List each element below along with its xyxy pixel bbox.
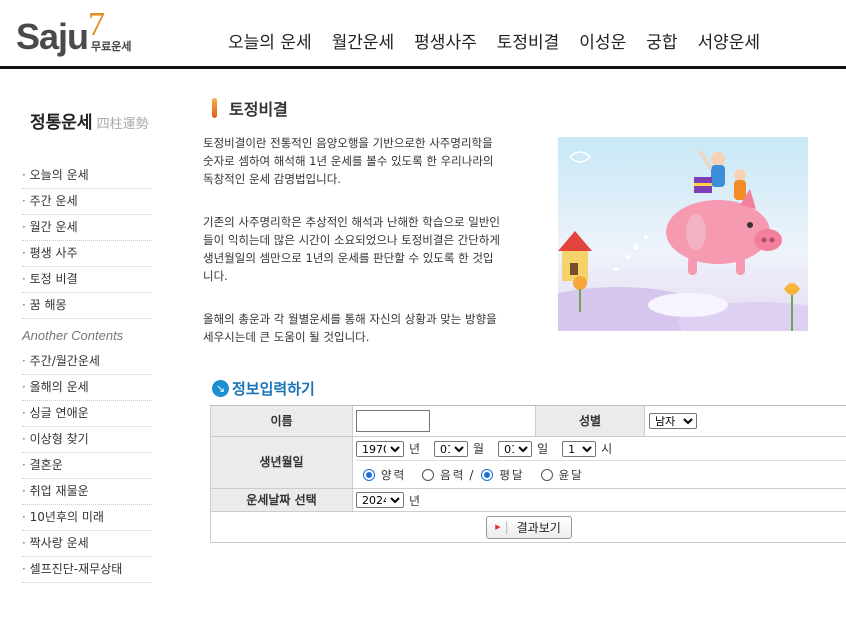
header: Saju 7 무료운세 오늘의 운세 월간운세 평생사주 토정비결 이성운 궁합…: [0, 0, 846, 69]
calendar-options: 양력 음력 / 평달 윤달: [363, 462, 600, 488]
logo-text: Saju: [16, 16, 89, 57]
result-button-label: 결과보기: [516, 520, 561, 535]
flying-pig-illustration: [558, 137, 808, 331]
lunar-label: 음력: [440, 468, 466, 482]
nav-tojeong[interactable]: 토정비결: [497, 28, 560, 53]
leap-month-radio[interactable]: [540, 469, 553, 481]
form-title: ↘ 정보입력하기: [212, 378, 315, 399]
name-label: 이름: [211, 406, 353, 436]
normal-month-label: 평달: [499, 468, 525, 482]
fortune-year-label: 운세날짜 선택: [211, 489, 353, 511]
another-contents-menu: 주간/월간운세 올해의 운세 싱글 연애운 이상형 찾기 결혼운 취업 재물운 …: [22, 349, 152, 583]
normal-month-radio[interactable]: [481, 469, 494, 481]
another-contents-title: Another Contents: [22, 328, 124, 343]
name-cell: [356, 406, 430, 436]
button-separator: |: [504, 520, 509, 534]
month-unit: 월: [473, 442, 485, 456]
section-title-text: 토정비결: [229, 100, 288, 119]
sidebar-title-hanja: 四柱運勢: [96, 117, 149, 132]
nav-monthly[interactable]: 월간운세: [332, 28, 395, 53]
input-form: 이름 성별 남자 생년월일 1970 년 01 월 01 일 1 시 양력 음력…: [210, 405, 846, 543]
sidebar-item-tojeong[interactable]: 토정 비결: [22, 267, 152, 293]
sidebar-item-this-year[interactable]: 올해의 운세: [22, 375, 152, 401]
fortune-year-cell: 2024 년: [356, 489, 434, 511]
nav-romance[interactable]: 이성운: [579, 28, 626, 53]
sidebar-item-weekly-monthly[interactable]: 주간/월간운세: [22, 349, 152, 375]
birth-hour-select[interactable]: 1: [562, 440, 597, 457]
logo-subtitle: 무료운세: [91, 40, 132, 53]
birth-month-select[interactable]: 01: [434, 440, 469, 457]
year-unit: 년: [409, 442, 421, 456]
sidebar-item-dream[interactable]: 꿈 해몽: [22, 293, 152, 319]
form-title-text: 정보입력하기: [232, 380, 315, 398]
sidebar-item-self-diagnosis[interactable]: 셀프진단-재무상태: [22, 557, 152, 583]
play-icon: ▶: [495, 523, 501, 531]
birth-label: 생년월일: [211, 437, 353, 488]
form-row-submit: ▶ | 결과보기: [211, 512, 846, 543]
sidebar-item-ideal-type[interactable]: 이상형 찾기: [22, 427, 152, 453]
fortune-year-unit: 년: [409, 493, 421, 508]
section-bar-icon: [212, 98, 217, 118]
sidebar-menu: 오늘의 운세 주간 운세 월간 운세 평생 사주 토정 비결 꿈 해몽: [22, 163, 152, 319]
birth-date-cell: 1970 년 01 월 01 일 1 시: [356, 437, 846, 461]
sidebar-item-today[interactable]: 오늘의 운세: [22, 163, 152, 189]
form-row-birth: 생년월일 1970 년 01 월 01 일 1 시 양력 음력 / 평달 윤달: [211, 437, 846, 489]
lunar-radio[interactable]: [422, 469, 435, 481]
hour-unit: 시: [601, 442, 613, 456]
name-input[interactable]: [356, 410, 430, 432]
nav-lifetime[interactable]: 평생사주: [414, 28, 477, 53]
sidebar-item-lifetime[interactable]: 평생 사주: [22, 241, 152, 267]
sidebar-item-crush[interactable]: 짝사랑 운세: [22, 531, 152, 557]
form-row-fortune-year: 운세날짜 선택 2024 년: [211, 489, 846, 512]
sidebar-item-job-wealth[interactable]: 취업 재물운: [22, 479, 152, 505]
sidebar-item-marriage[interactable]: 결혼운: [22, 453, 152, 479]
birth-year-select[interactable]: 1970: [356, 440, 404, 457]
sidebar-item-weekly[interactable]: 주간 운세: [22, 189, 152, 215]
gender-cell: 남자: [649, 406, 697, 436]
arrow-down-right-icon: ↘: [212, 380, 229, 397]
gender-select[interactable]: 남자: [649, 413, 697, 429]
nav-today[interactable]: 오늘의 운세: [228, 28, 312, 53]
sidebar-title-text: 정통운세: [30, 113, 93, 133]
section-title: 토정비결: [212, 96, 288, 120]
intro-paragraph-3: 올해의 총운과 각 월별운세를 통해 자신의 상황과 맞는 방향을 세우시는데 …: [203, 312, 497, 344]
solar-label: 양력: [381, 468, 407, 482]
intro-paragraph-2: 기존의 사주명리학은 추상적인 해석과 난해한 학습으로 일반인들이 익히는데 …: [203, 215, 501, 283]
sidebar-item-single-love[interactable]: 싱글 연애운: [22, 401, 152, 427]
solar-radio[interactable]: [363, 469, 375, 481]
result-button[interactable]: ▶ | 결과보기: [486, 515, 572, 539]
site-logo[interactable]: Saju 7 무료운세: [16, 6, 146, 62]
form-row-name: 이름 성별 남자: [211, 406, 846, 437]
intro-paragraph-1: 토정비결이란 전통적인 음양오행을 기반으로한 사주명리학을 숫자로 셈하여 해…: [203, 136, 494, 186]
main-nav: 오늘의 운세 월간운세 평생사주 토정비결 이성운 궁합 서양운세: [218, 28, 770, 53]
sidebar-title: 정통운세 四柱運勢: [30, 108, 149, 133]
gender-label: 성별: [535, 406, 645, 436]
sidebar-item-monthly[interactable]: 월간 운세: [22, 215, 152, 241]
birth-day-select[interactable]: 01: [498, 440, 533, 457]
sidebar-item-ten-years[interactable]: 10년후의 미래: [22, 505, 152, 531]
calendar-separator: /: [469, 468, 474, 482]
nav-compatibility[interactable]: 궁합: [646, 28, 677, 53]
leap-month-label: 윤달: [558, 468, 584, 482]
day-unit: 일: [537, 442, 549, 456]
fortune-year-select[interactable]: 2024: [356, 492, 404, 508]
nav-western[interactable]: 서양운세: [698, 28, 761, 53]
